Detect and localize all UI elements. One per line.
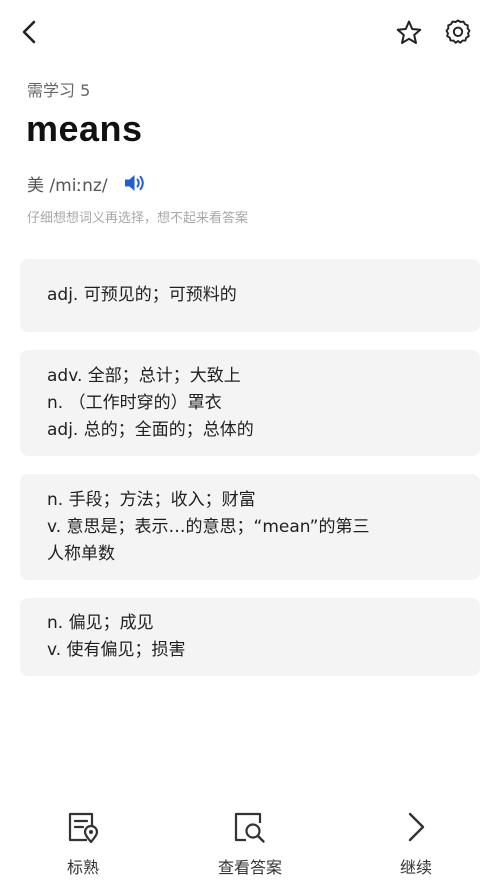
option-line: n. （工作时穿的）罩衣 — [47, 392, 222, 413]
settings-button[interactable] — [442, 16, 474, 48]
top-bar — [0, 0, 500, 64]
option-card-1[interactable]: adj. 可预见的；可预料的 — [20, 259, 480, 332]
option-card-4[interactable]: n. 偏见；成见 v. 使有偏见；损害 — [20, 598, 480, 676]
option-line: n. 手段；方法；收入；财富 — [47, 489, 256, 510]
phonetic-text: 美 /miːnz/ — [27, 175, 108, 196]
option-line: v. 意思是；表示…的意思；“mean”的第三 — [47, 516, 370, 537]
favorite-button[interactable] — [393, 17, 425, 49]
answer-options: adj. 可预见的；可预料的 adv. 全部；总计；大致上 n. （工作时穿的）… — [20, 259, 480, 694]
pronunciation-row: 美 /miːnz/ — [27, 170, 148, 196]
back-button[interactable] — [14, 16, 46, 48]
bottom-action-bar: 标熟 查看答案 继续 — [0, 808, 500, 888]
continue-icon-wrap — [397, 808, 435, 846]
remaining-count-label: 需学习 5 — [27, 81, 91, 100]
option-card-3[interactable]: n. 手段；方法；收入；财富 v. 意思是；表示…的意思；“mean”的第三 人… — [20, 474, 480, 580]
document-pin-icon — [68, 812, 99, 844]
vocabulary-word: means — [26, 108, 143, 149]
continue-button[interactable]: 继续 — [361, 808, 471, 878]
option-card-2[interactable]: adv. 全部；总计；大致上 n. （工作时穿的）罩衣 adj. 总的；全面的；… — [20, 350, 480, 456]
option-line: adv. 全部；总计；大致上 — [47, 365, 241, 386]
view-answer-label: 查看答案 — [217, 858, 282, 877]
option-line: v. 使有偏见；损害 — [47, 640, 186, 660]
continue-label: 继续 — [399, 858, 432, 877]
speaker-icon — [124, 175, 144, 191]
mark-familiar-button[interactable]: 标熟 — [28, 808, 138, 878]
view-answer-icon-wrap — [231, 808, 269, 846]
hint-text: 仔细想想词义再选择，想不起来看答案 — [27, 211, 249, 226]
option-line: n. 偏见；成见 — [47, 613, 154, 633]
option-line: adj. 总的；全面的；总体的 — [47, 419, 254, 440]
document-search-icon — [234, 812, 265, 843]
mark-familiar-icon-wrap — [64, 808, 102, 846]
play-pronunciation-button[interactable] — [122, 170, 148, 196]
option-line: adj. 可预见的；可预料的 — [47, 285, 237, 305]
view-answer-button[interactable]: 查看答案 — [195, 808, 305, 878]
chevron-left-icon — [22, 20, 36, 44]
option-line: 人称单数 — [47, 543, 115, 564]
star-outline-icon — [396, 20, 422, 44]
gear-icon — [445, 19, 471, 44]
mark-familiar-label: 标熟 — [66, 858, 99, 877]
chevron-right-icon — [408, 812, 425, 842]
